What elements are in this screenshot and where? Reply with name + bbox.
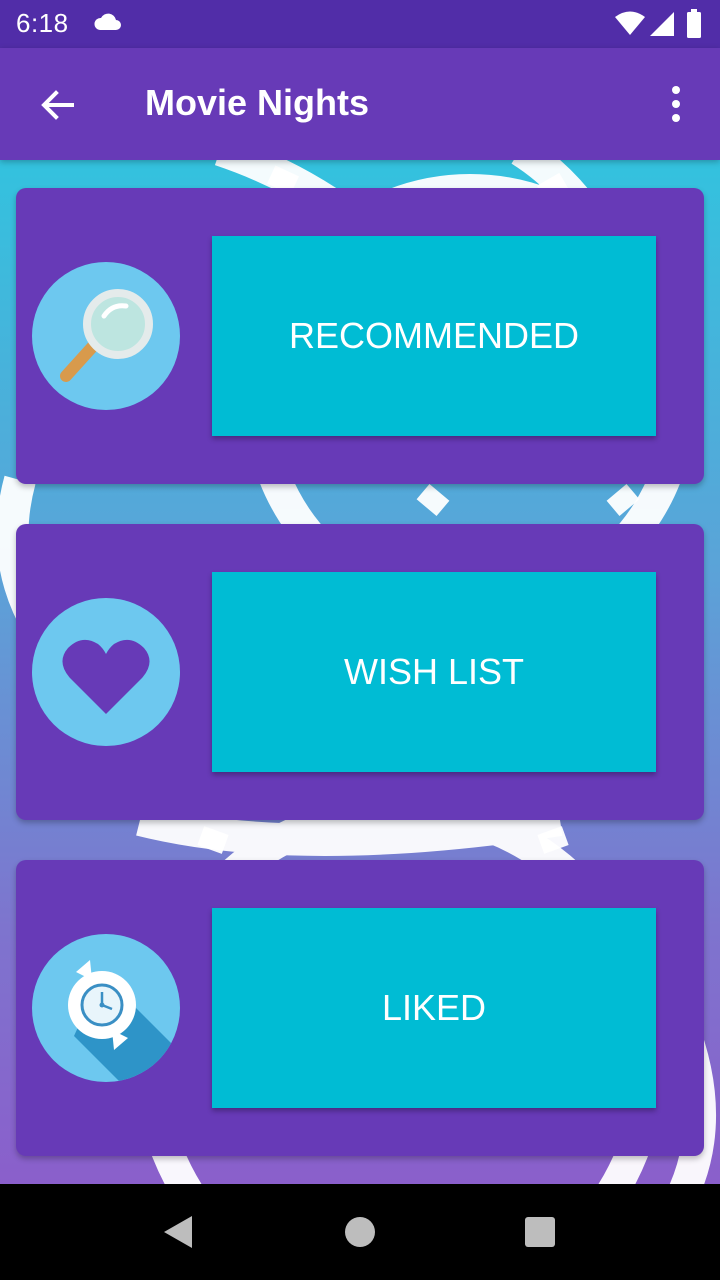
arrow-back-icon [41, 90, 74, 120]
card-liked: LIKED [16, 860, 704, 1156]
recommended-button[interactable]: RECOMMENDED [212, 236, 656, 436]
status-time: 6:18 [16, 8, 69, 38]
clock-refresh-icon [32, 934, 180, 1082]
wish-list-button[interactable]: WISH LIST [212, 572, 656, 772]
app-bar: Movie Nights [0, 48, 720, 160]
overflow-menu-button[interactable] [656, 76, 696, 132]
home-circle-icon[interactable] [344, 1216, 376, 1248]
more-vert-icon [672, 86, 680, 122]
page-title: Movie Nights [145, 82, 370, 123]
recents-square-icon[interactable] [524, 1216, 556, 1248]
navigation-bar [0, 1184, 720, 1280]
liked-button[interactable]: LIKED [212, 908, 656, 1108]
wifi-icon [615, 11, 645, 35]
magnifier-icon [32, 262, 180, 410]
card-recommended: RECOMMENDED [16, 188, 704, 484]
back-triangle-icon[interactable] [160, 1214, 196, 1250]
status-bar: 6:18 [0, 0, 720, 48]
back-button[interactable] [28, 78, 84, 134]
signal-icon [650, 12, 674, 36]
battery-icon [687, 9, 701, 38]
cloud-icon [94, 13, 121, 30]
content-area: RECOMMENDED WISH LIST LIKED [0, 160, 720, 1184]
heart-icon [32, 598, 180, 746]
card-wish-list: WISH LIST [16, 524, 704, 820]
